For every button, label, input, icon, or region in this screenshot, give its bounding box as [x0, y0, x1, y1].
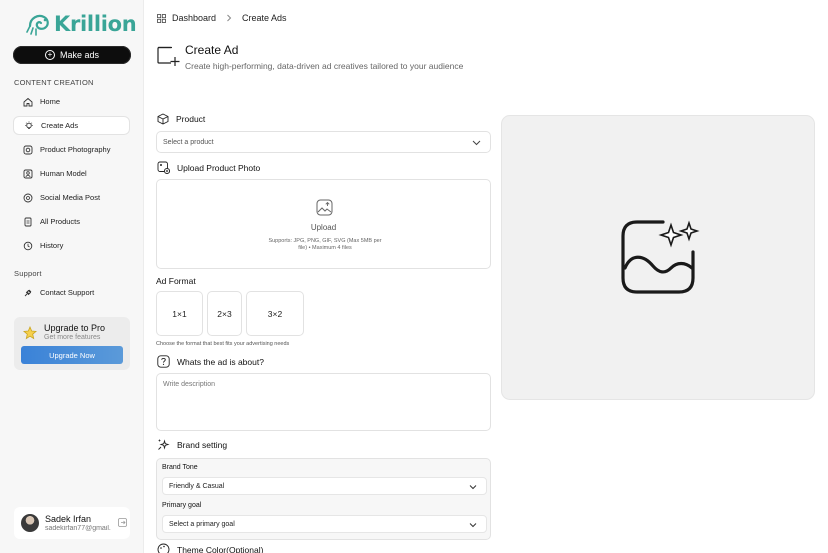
- palette-icon: [157, 543, 170, 553]
- format-option-1x1[interactable]: 1×1: [156, 291, 203, 336]
- description-textarea[interactable]: Write description: [156, 373, 491, 431]
- page-title: Create Ad: [185, 43, 239, 57]
- plus-circle-icon: +: [44, 50, 55, 60]
- breadcrumb-current: Create Ads: [242, 13, 287, 23]
- user-name: Sadek Irfan: [45, 514, 92, 524]
- breadcrumb: Dashboard Create Ads: [157, 13, 287, 23]
- chevron-down-icon: [469, 485, 477, 490]
- upgrade-card: Upgrade to Pro Get more features Upgrade…: [14, 317, 130, 370]
- history-icon: [23, 241, 33, 251]
- user-icon: [23, 169, 33, 179]
- content-creation-heading: CONTENT CREATION: [14, 78, 94, 87]
- sidebar-item-all-products[interactable]: All Products: [13, 212, 130, 231]
- ad-preview-panel: [501, 115, 815, 400]
- sidebar-item-label: History: [40, 241, 64, 250]
- product-label: Product: [176, 114, 206, 124]
- page-subtitle: Create high-performing, data-driven ad c…: [185, 61, 464, 71]
- breadcrumb-dashboard[interactable]: Dashboard: [172, 13, 216, 23]
- theme-color-optional: (Optional): [226, 544, 264, 553]
- sidebar-item-home[interactable]: Home: [13, 92, 130, 111]
- primary-goal-label: Primary goal: [162, 502, 202, 509]
- upload-hint: Supports: JPG, PNG, GIF, SVG (Max 5MB pe…: [268, 238, 382, 251]
- brand-tone-select[interactable]: Friendly & Casual: [162, 477, 487, 495]
- format-hint: Choose the format that best fits your ad…: [156, 341, 290, 347]
- sidebar: Krillion + Make ads CONTENT CREATION Hom…: [0, 0, 144, 553]
- make-ads-label: Make ads: [59, 50, 100, 60]
- theme-color-label-row: Theme Color(Optional): [157, 543, 263, 553]
- chevron-down-icon: [469, 523, 477, 528]
- sparkles-icon: [158, 439, 170, 450]
- support-heading: Support: [14, 269, 42, 278]
- brand-label-row: Brand setting: [157, 438, 227, 451]
- user-email: sadekirfan77@gmail.com: [45, 525, 111, 532]
- dashboard-grid-icon: [157, 13, 166, 23]
- shrimp-logo-icon: [26, 14, 49, 36]
- share-icon: [23, 193, 33, 203]
- product-select[interactable]: Select a product: [156, 131, 491, 153]
- add-frame-icon: [157, 46, 180, 66]
- box-icon: [157, 113, 169, 125]
- user-profile-card[interactable]: Sadek Irfan sadekirfan77@gmail.com: [14, 507, 130, 539]
- brand-tone-value: Friendly & Casual: [169, 482, 225, 490]
- chevron-down-icon: [472, 140, 481, 146]
- sidebar-item-label: Create Ads: [41, 121, 79, 130]
- lightbulb-icon: [24, 121, 34, 131]
- brand-settings-panel: Brand Tone Friendly & Casual Primary goa…: [156, 458, 491, 540]
- question-icon: [157, 355, 170, 368]
- primary-goal-select[interactable]: Select a primary goal: [162, 515, 487, 533]
- format-label: Ad Format: [156, 276, 196, 286]
- upload-button-label[interactable]: Upload: [157, 223, 490, 232]
- camera-icon: [23, 145, 33, 155]
- sidebar-item-label: Human Model: [40, 169, 87, 178]
- brand-tone-label: Brand Tone: [162, 464, 198, 471]
- brand-label: Brand setting: [177, 439, 228, 450]
- chevron-right-icon: [227, 14, 232, 22]
- sidebar-item-social-media-post[interactable]: Social Media Post: [13, 188, 130, 207]
- home-icon: [23, 97, 33, 107]
- sidebar-item-human-model[interactable]: Human Model: [13, 164, 130, 183]
- plug-icon: [23, 288, 33, 298]
- logout-icon[interactable]: [118, 518, 127, 527]
- upgrade-subtitle: Get more features: [44, 334, 101, 341]
- image-add-icon: [157, 161, 170, 174]
- make-ads-button[interactable]: + Make ads: [13, 46, 131, 64]
- sidebar-item-product-photography[interactable]: Product Photography: [13, 140, 130, 159]
- sidebar-item-label: Home: [40, 97, 61, 106]
- sidebar-item-label: All Products: [40, 217, 81, 226]
- logo[interactable]: Krillion: [26, 12, 137, 36]
- sidebar-item-history[interactable]: History: [13, 236, 130, 255]
- sidebar-item-label: Social Media Post: [40, 193, 101, 202]
- about-label-row: Whats the ad is about?: [157, 355, 264, 368]
- format-option-3x2[interactable]: 3×2: [246, 291, 304, 336]
- logo-text: Krillion: [54, 12, 137, 36]
- star-icon: [23, 326, 37, 340]
- primary-goal-value: Select a primary goal: [169, 520, 235, 528]
- upload-label: Upload Product Photo: [177, 162, 261, 173]
- image-upload-icon: [316, 199, 333, 216]
- image-sparkle-placeholder-icon: [621, 220, 700, 294]
- sidebar-item-label: Product Photography: [40, 145, 111, 154]
- product-label-row: Product: [157, 113, 205, 125]
- sidebar-item-contact-support[interactable]: Contact Support: [13, 283, 130, 302]
- upload-label-row: Upload Product Photo: [157, 161, 260, 174]
- format-option-2x3[interactable]: 2×3: [207, 291, 242, 336]
- avatar: [21, 514, 39, 532]
- upgrade-now-button[interactable]: Upgrade Now: [21, 346, 123, 364]
- about-label: Whats the ad is about?: [177, 356, 264, 367]
- upgrade-title: Upgrade to Pro: [44, 323, 106, 333]
- theme-color-label: Theme Color: [177, 544, 227, 553]
- product-select-value: Select a product: [163, 138, 214, 146]
- main-content: Dashboard Create Ads Create Ad Create hi…: [145, 0, 828, 553]
- upload-dropzone[interactable]: Upload Supports: JPG, PNG, GIF, SVG (Max…: [156, 179, 491, 269]
- stack-icon: [23, 217, 33, 227]
- sidebar-item-create-ads[interactable]: Create Ads: [13, 116, 130, 135]
- sidebar-item-label: Contact Support: [40, 288, 95, 297]
